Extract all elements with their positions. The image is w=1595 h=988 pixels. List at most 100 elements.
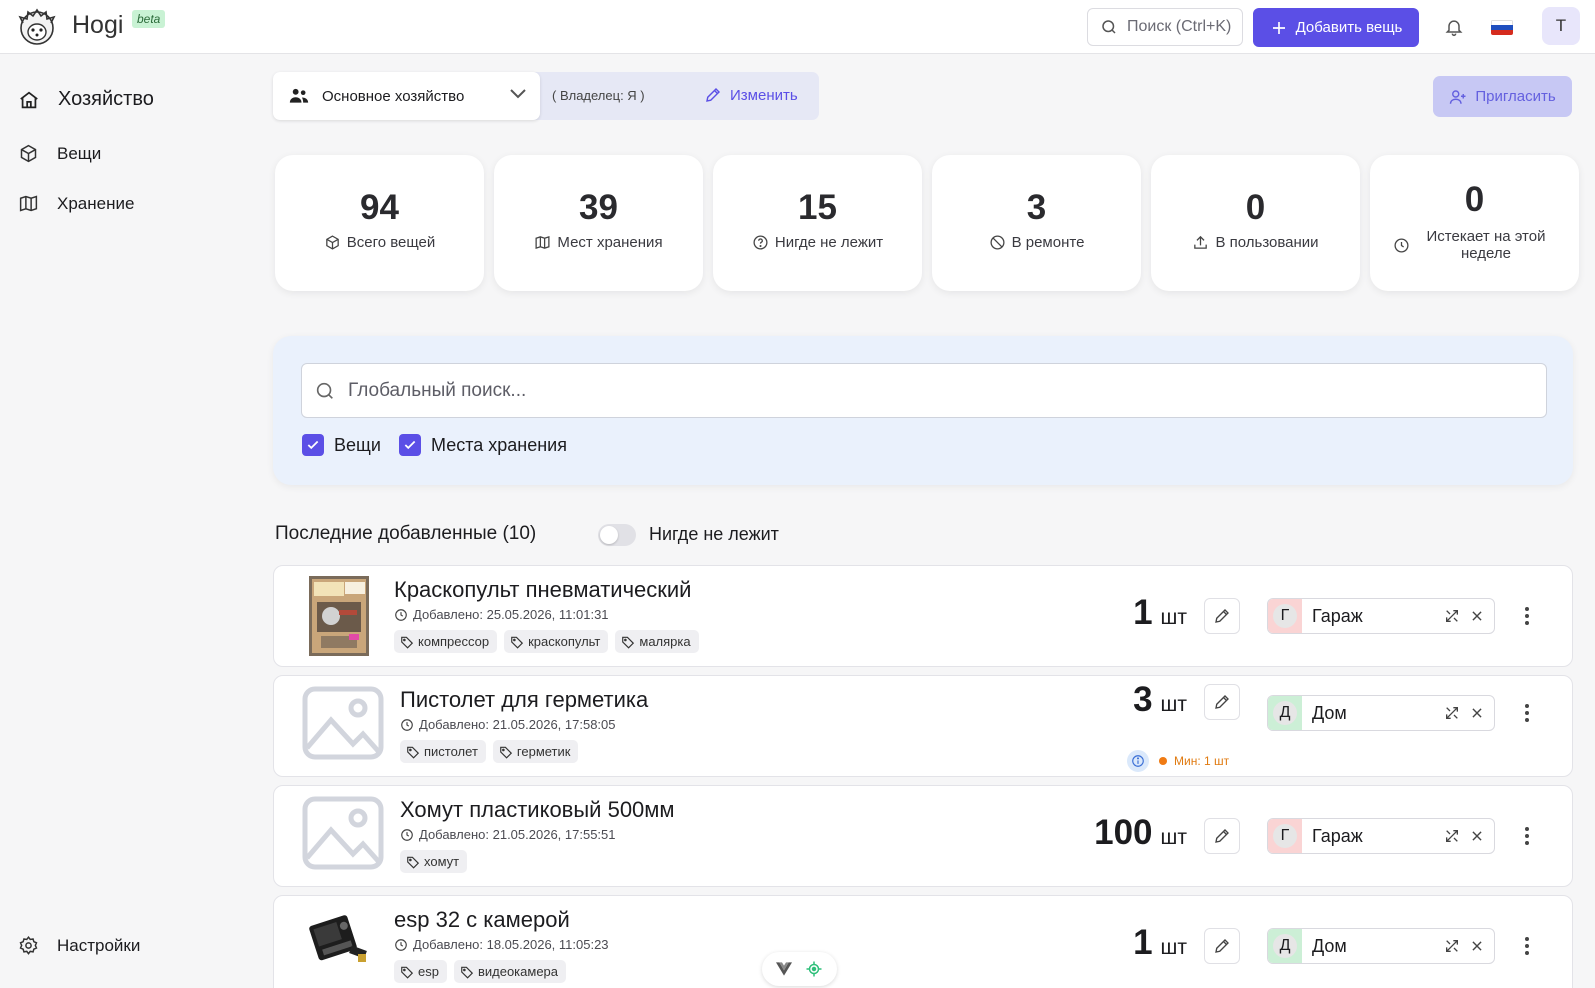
item-row[interactable]: Пистолет для герметика Добавлено: 21.05.…: [273, 675, 1573, 777]
item-name[interactable]: esp 32 с камерой: [394, 907, 570, 933]
location-name: Дом: [1312, 702, 1347, 723]
stat-value: 15: [798, 188, 837, 227]
location-avatar: Д: [1268, 696, 1302, 730]
tag-chip[interactable]: герметик: [492, 740, 579, 763]
quantity-value: 3: [1133, 680, 1153, 719]
tag-chip[interactable]: малярка: [615, 630, 699, 653]
add-item-label: Добавить вещь: [1295, 19, 1403, 36]
edit-household-label: Изменить: [730, 86, 798, 104]
brand-name[interactable]: Hogi: [72, 11, 123, 40]
tag-chip[interactable]: esp: [394, 960, 447, 983]
stat-card-total[interactable]: 94 Всего вещей: [275, 155, 484, 291]
quantity-unit: шт: [1160, 693, 1187, 716]
chevron-down-icon[interactable]: [508, 87, 528, 101]
stat-value: 0: [1464, 180, 1485, 219]
household-owner: ( Владелец: Я ): [552, 88, 645, 103]
tag-icon: [407, 856, 420, 869]
location-field[interactable]: Г Гараж: [1267, 818, 1495, 854]
quantity-unit: шт: [1160, 826, 1187, 849]
tag-chip[interactable]: компрессор: [394, 630, 498, 653]
item-name[interactable]: Краскопульт пневматический: [394, 577, 691, 603]
move-icon[interactable]: [1444, 938, 1460, 954]
tag-chip[interactable]: видеокамера: [453, 960, 567, 983]
close-icon[interactable]: [1470, 609, 1484, 623]
household-select[interactable]: Основное хозяйство: [273, 72, 540, 120]
user-avatar[interactable]: T: [1542, 7, 1580, 45]
box-icon: [324, 234, 341, 251]
stat-card-expiring[interactable]: 0 Истекает на этой неделе: [1370, 155, 1579, 291]
home-icon: [18, 89, 40, 111]
stat-card-in-use[interactable]: 0 В пользовании: [1151, 155, 1360, 291]
item-tags: пистолет герметик: [400, 740, 579, 763]
location-field[interactable]: Д Дом: [1267, 928, 1495, 964]
close-icon[interactable]: [1470, 939, 1484, 953]
item-tags: esp видеокамера: [394, 960, 567, 983]
move-icon[interactable]: [1444, 705, 1460, 721]
location-letter: Д: [1273, 934, 1297, 958]
move-icon[interactable]: [1444, 828, 1460, 844]
item-tags: хомут: [400, 850, 468, 873]
location-name: Дом: [1312, 935, 1347, 956]
more-vertical-icon[interactable]: [1524, 936, 1530, 956]
tag-icon: [401, 636, 414, 649]
tag-label: пистолет: [424, 744, 478, 759]
filter-things-checkbox[interactable]: Вещи: [302, 434, 381, 456]
close-icon[interactable]: [1470, 829, 1484, 843]
filter-label: Места хранения: [431, 434, 567, 455]
edit-quantity-button[interactable]: [1204, 598, 1240, 634]
stat-label: Мест хранения: [557, 234, 663, 251]
sidebar-item-label: Хозяйство: [58, 88, 154, 110]
min-quantity-indicator: Мин: 1 шт: [1127, 750, 1229, 772]
location-field[interactable]: Г Гараж: [1267, 598, 1495, 634]
global-search-placeholder: Глобальный поиск...: [348, 379, 527, 401]
checkbox-checked-icon: [399, 434, 421, 456]
item-name[interactable]: Хомут пластиковый 500мм: [400, 797, 675, 823]
pencil-icon: [704, 86, 722, 104]
nowhere-toggle[interactable]: [598, 524, 636, 546]
item-quantity: 1 шт: [1133, 923, 1187, 963]
add-item-button[interactable]: Добавить вещь: [1253, 8, 1419, 47]
edit-quantity-button[interactable]: [1204, 928, 1240, 964]
search-icon: [314, 380, 336, 402]
quantity-unit: шт: [1160, 936, 1187, 959]
hedgehog-logo-icon[interactable]: [17, 7, 57, 47]
item-row[interactable]: Хомут пластиковый 500мм Добавлено: 21.05…: [273, 785, 1573, 887]
russian-flag-icon[interactable]: [1491, 20, 1513, 35]
stat-card-repair[interactable]: 3 В ремонте: [932, 155, 1141, 291]
item-date-text: Добавлено: 18.05.2026, 11:05:23: [413, 937, 609, 952]
tag-icon: [622, 636, 635, 649]
item-row[interactable]: Краскопульт пневматический Добавлено: 25…: [273, 565, 1573, 667]
sidebar-item-things[interactable]: Вещи: [18, 143, 101, 164]
edit-quantity-button[interactable]: [1204, 818, 1240, 854]
item-photo: [304, 908, 374, 972]
stat-card-nowhere[interactable]: 15 Нигде не лежит: [713, 155, 922, 291]
info-icon[interactable]: [1127, 750, 1149, 772]
more-vertical-icon[interactable]: [1524, 703, 1530, 723]
item-quantity: 3 шт: [1133, 680, 1187, 720]
tag-chip[interactable]: краскопульт: [504, 630, 609, 653]
sidebar-item-household[interactable]: Хозяйство: [18, 88, 154, 111]
tag-chip[interactable]: хомут: [400, 850, 468, 873]
move-icon[interactable]: [1444, 608, 1460, 624]
location-field[interactable]: Д Дом: [1267, 695, 1495, 731]
min-quantity-text: Мин: 1 шт: [1174, 754, 1230, 768]
sidebar-item-settings[interactable]: Настройки: [18, 935, 140, 956]
global-search-input[interactable]: Глобальный поиск...: [301, 363, 1547, 418]
image-placeholder-icon: [302, 686, 384, 760]
invite-button[interactable]: Пригласить: [1433, 76, 1572, 117]
sidebar-item-storage[interactable]: Хранение: [18, 193, 134, 214]
edit-quantity-button[interactable]: [1204, 684, 1240, 720]
item-row[interactable]: esp 32 с камерой Добавлено: 18.05.2026, …: [273, 895, 1573, 988]
bell-icon[interactable]: [1444, 17, 1464, 37]
close-icon[interactable]: [1470, 706, 1484, 720]
tag-chip[interactable]: пистолет: [400, 740, 486, 763]
header-search-button[interactable]: Поиск (Ctrl+K): [1087, 8, 1243, 46]
item-name[interactable]: Пистолет для герметика: [400, 687, 648, 713]
edit-household-button[interactable]: Изменить: [704, 86, 798, 104]
filter-storage-checkbox[interactable]: Места хранения: [399, 434, 567, 456]
vue-logo-icon[interactable]: [776, 962, 793, 976]
target-icon[interactable]: [805, 960, 823, 978]
stat-card-storage[interactable]: 39 Мест хранения: [494, 155, 703, 291]
more-vertical-icon[interactable]: [1524, 826, 1530, 846]
more-vertical-icon[interactable]: [1524, 606, 1530, 626]
